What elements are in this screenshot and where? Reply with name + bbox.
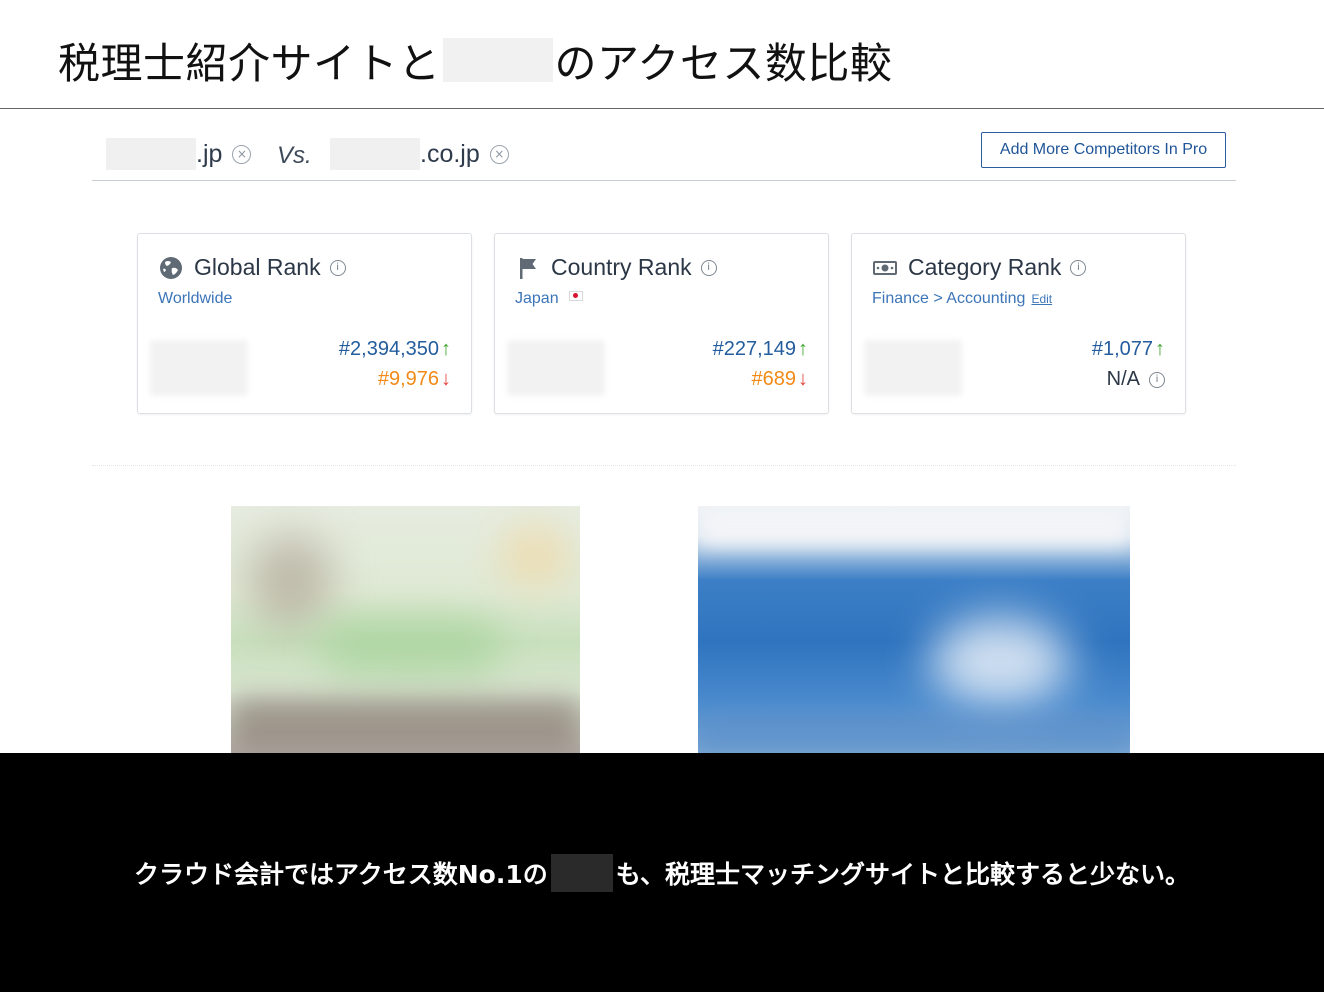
arrow-down-icon: ↓	[441, 368, 451, 390]
redacted-site-thumbnails	[150, 340, 248, 396]
redacted-domain-b	[330, 138, 420, 170]
competitor-compare-bar: .jp × Vs. .co.jp × Add More Competitors …	[92, 130, 1236, 181]
category-rank-header: Category Rank i	[872, 254, 1087, 281]
category-rank-value-a: #1,077	[1091, 338, 1153, 360]
globe-icon	[158, 255, 184, 281]
country-rank-card: Country Rank i Japan #227,149 ↑ #689 ↓	[494, 233, 829, 414]
title-divider	[0, 108, 1324, 109]
category-rank-site-b: N/A i	[1107, 368, 1165, 391]
country-rank-info-icon[interactable]: i	[700, 259, 717, 276]
global-rank-site-a: #2,394,350 ↑	[339, 338, 451, 361]
site-b-suffix: .co.jp	[420, 139, 480, 168]
redacted-caption-site-name	[550, 854, 613, 892]
country-rank-title: Country Rank	[551, 254, 692, 280]
slide-title: 税理士紹介サイトと のアクセス数比較	[58, 30, 892, 90]
global-rank-card: Global Rank i Worldwide #2,394,350 ↑ #9,…	[137, 233, 472, 414]
country-rank-scope: Japan	[515, 290, 583, 308]
global-rank-info-icon[interactable]: i	[329, 259, 346, 276]
site-b-screenshot-blurred	[698, 506, 1130, 753]
category-rank-site-a: #1,077 ↑	[1092, 338, 1165, 361]
global-rank-value-b: #9,976	[377, 368, 439, 390]
country-rank-site-a: #227,149 ↑	[713, 338, 808, 361]
global-rank-header: Global Rank i	[158, 254, 346, 281]
global-rank-site-b: #9,976 ↓	[378, 368, 451, 391]
country-link[interactable]: Japan	[515, 290, 559, 308]
site-b-domain: .co.jp ×	[330, 138, 509, 170]
redacted-site-thumbnails	[864, 340, 962, 396]
category-rank-card: Category Rank i Finance > Accounting Edi…	[851, 233, 1186, 414]
global-rank-value-a: #2,394,350	[338, 338, 439, 360]
caption-text-2: も、税理士マッチングサイトと比較すると少ない。	[615, 860, 1190, 889]
caption-text-1: クラウド会計ではアクセス数No.1の	[133, 860, 548, 889]
category-rank-value-b: N/A	[1106, 368, 1140, 390]
country-rank-value-b: #689	[751, 368, 797, 390]
na-info-icon[interactable]: i	[1149, 371, 1165, 388]
arrow-down-icon: ↓	[798, 368, 808, 390]
arrow-up-icon: ↑	[441, 338, 451, 360]
redacted-site-thumbnails	[507, 340, 605, 396]
site-a-suffix: .jp	[196, 139, 223, 168]
redacted-domain-a	[106, 138, 196, 170]
remove-site-b-icon[interactable]: ×	[489, 144, 509, 164]
arrow-up-icon: ↑	[798, 338, 808, 360]
title-text-1: 税理士紹介サイトと	[58, 38, 441, 88]
section-divider	[92, 465, 1236, 466]
country-rank-value-a: #227,149	[712, 338, 796, 360]
category-rank-title: Category Rank	[908, 254, 1062, 280]
vs-label: Vs.	[277, 142, 312, 169]
money-icon	[872, 255, 898, 281]
slide-caption: クラウド会計ではアクセス数No.1の も、税理士マッチングサイトと比較すると少な…	[0, 853, 1324, 893]
global-rank-title: Global Rank	[194, 254, 321, 280]
category-rank-scope: Finance > Accounting Edit	[872, 290, 1052, 308]
site-a-screenshot-blurred	[231, 506, 580, 753]
site-a-domain: .jp ×	[106, 138, 252, 170]
add-competitors-button[interactable]: Add More Competitors In Pro	[981, 132, 1226, 168]
title-text-2: のアクセス数比較	[554, 38, 893, 88]
country-rank-site-b: #689 ↓	[752, 368, 809, 391]
arrow-up-icon: ↑	[1155, 338, 1165, 360]
country-rank-header: Country Rank i	[515, 254, 717, 281]
category-link[interactable]: Finance > Accounting	[872, 290, 1025, 308]
edit-category-link[interactable]: Edit	[1031, 292, 1052, 306]
flag-icon	[515, 255, 541, 281]
category-rank-info-icon[interactable]: i	[1070, 259, 1087, 276]
remove-site-a-icon[interactable]: ×	[232, 144, 252, 164]
japan-flag-icon	[568, 291, 583, 301]
worldwide-link[interactable]: Worldwide	[158, 290, 232, 308]
redacted-site-name	[442, 38, 553, 82]
global-rank-scope: Worldwide	[158, 290, 232, 308]
